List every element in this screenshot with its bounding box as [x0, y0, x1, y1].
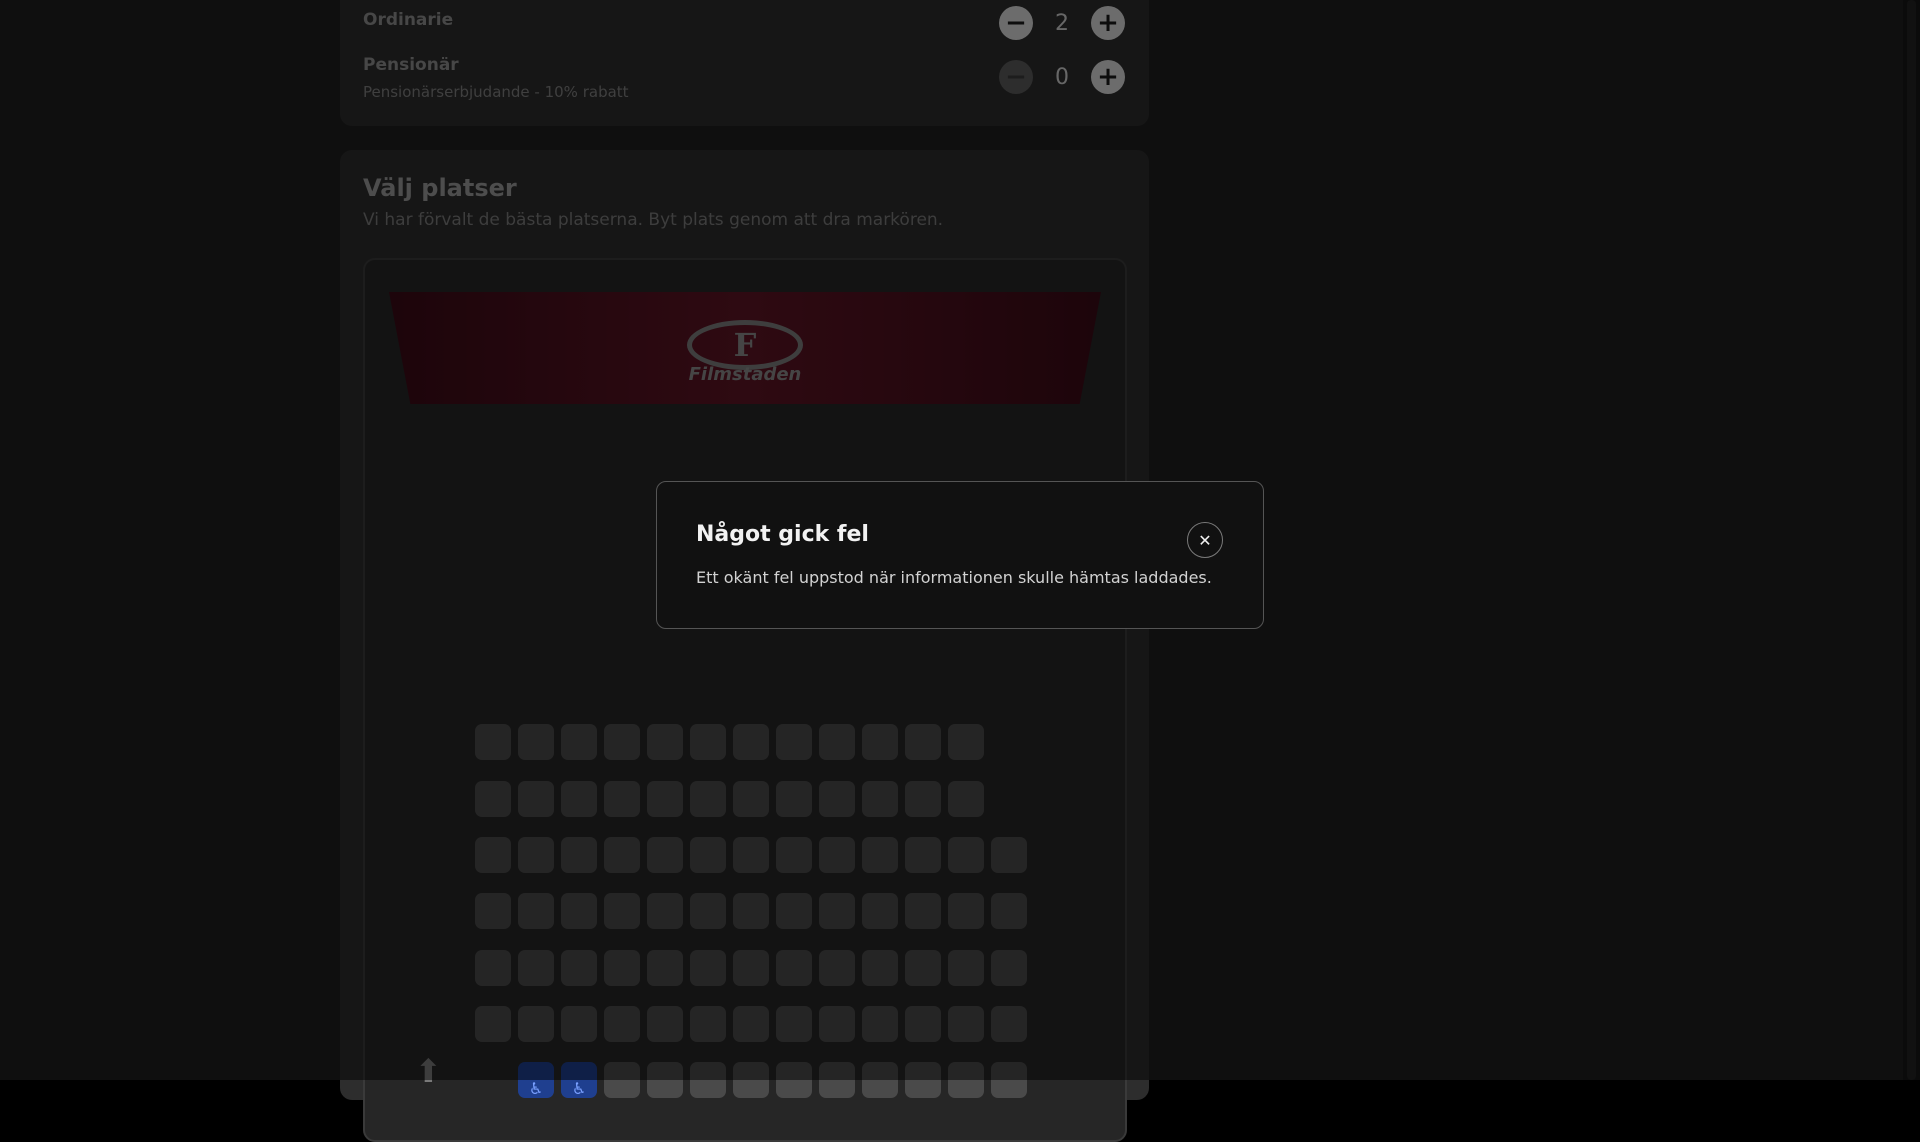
dialog-message: Ett okänt fel uppstod när informationen … [696, 568, 1212, 587]
close-icon: ✕ [1198, 530, 1212, 550]
close-button[interactable]: ✕ [1187, 522, 1223, 558]
wheelchair-icon: ♿ [571, 1079, 587, 1098]
dialog-title: Något gick fel [696, 522, 869, 547]
error-dialog: Något gick fel Ett okänt fel uppstod när… [656, 481, 1264, 629]
scrollbar[interactable] [1903, 0, 1920, 1080]
scrollbar-thumb[interactable] [1907, 0, 1916, 1080]
wheelchair-icon: ♿ [528, 1079, 544, 1098]
